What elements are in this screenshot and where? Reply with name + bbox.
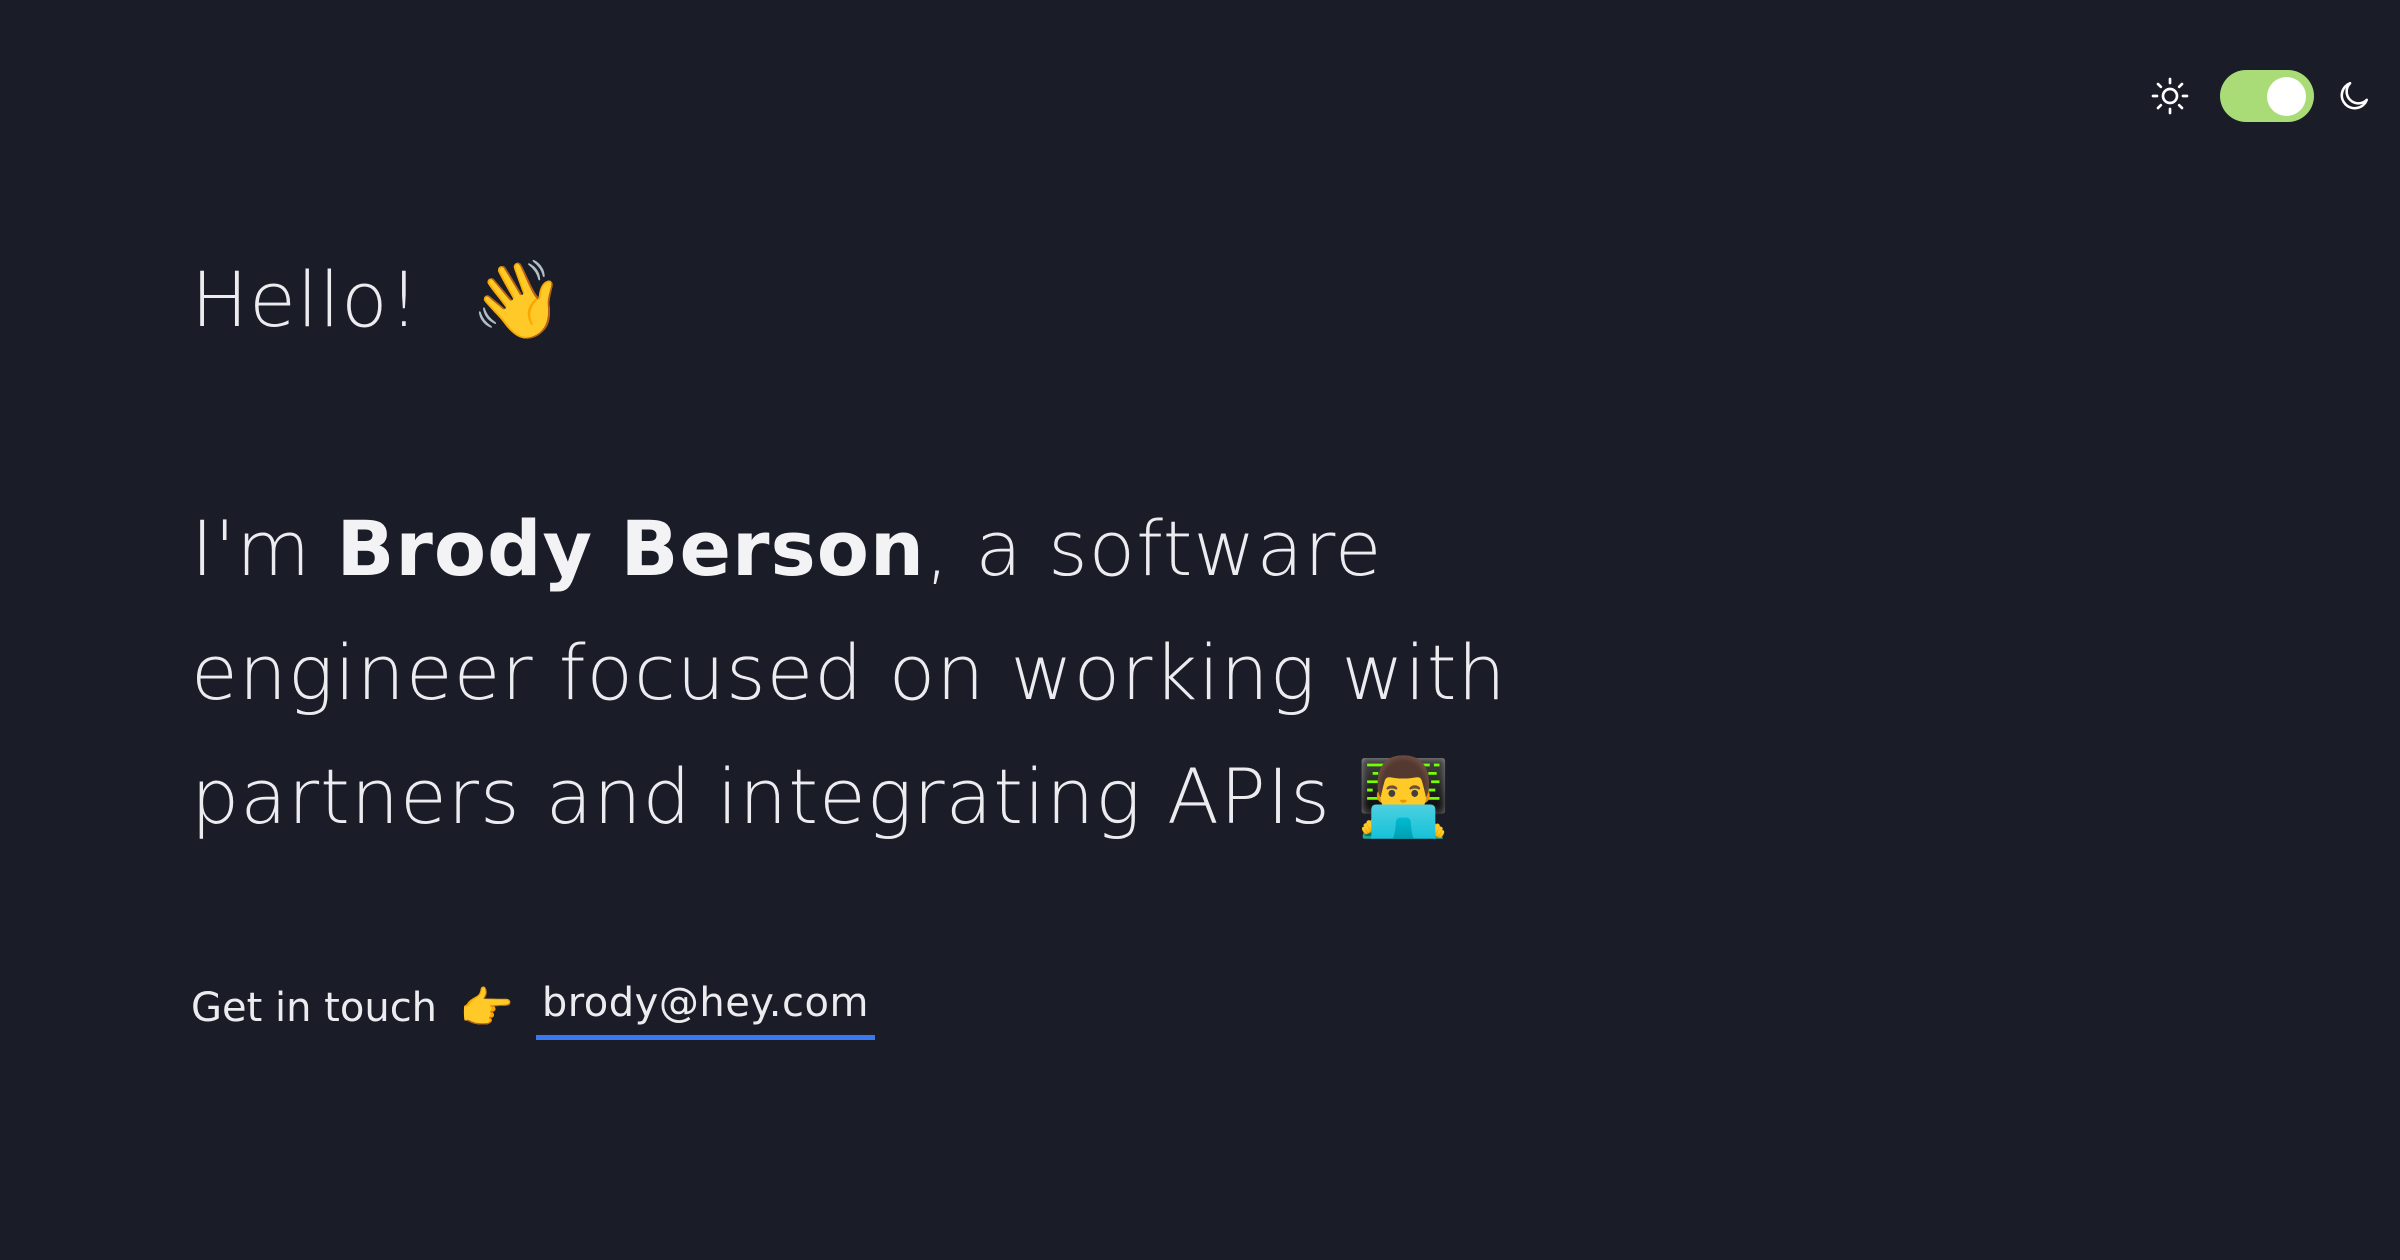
theme-toggle (2150, 69, 2372, 123)
intro-paragraph: I'm Brody Berson, a software engineer fo… (191, 487, 1691, 859)
intro-prefix: I'm (191, 504, 337, 593)
greeting-heading: Hello! 👋 (191, 245, 566, 355)
moon-icon (2340, 81, 2369, 110)
email-link[interactable]: brody@hey.com (535, 975, 875, 1040)
waving-hand-icon: 👋 (470, 255, 567, 345)
contact-row: Get in touch 👉 brody@hey.com (191, 975, 875, 1040)
technologist-icon: 👨‍💻 (1356, 752, 1452, 842)
theme-switch[interactable] (2220, 70, 2314, 122)
pointing-hand-icon: 👉 (459, 981, 514, 1034)
contact-label: Get in touch (191, 984, 438, 1031)
theme-switch-knob (2267, 77, 2306, 116)
sun-icon (2151, 77, 2189, 115)
author-name: Brody Berson (336, 504, 926, 593)
greeting-text: Hello! (191, 255, 421, 344)
